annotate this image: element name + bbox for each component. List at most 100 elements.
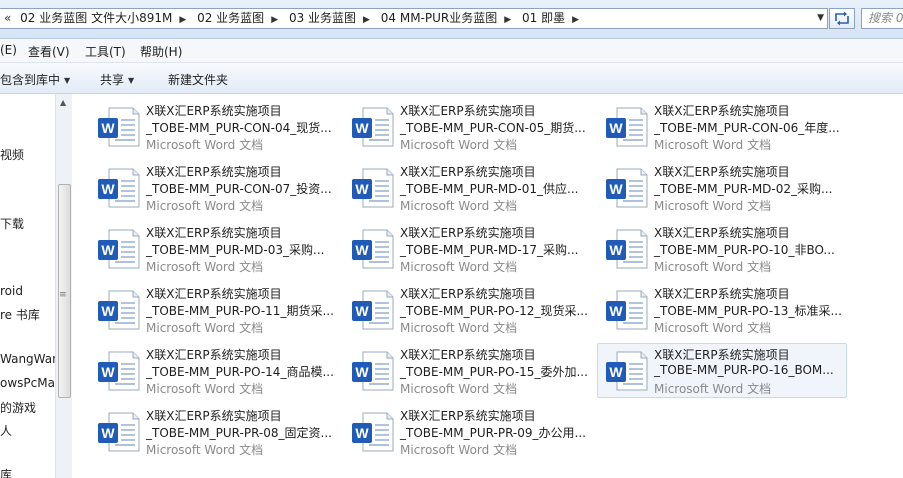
file-name-line2: _TOBE-MM_PUR-PO-16_BOM... bbox=[654, 363, 834, 377]
share-button[interactable]: 共享 ▼ bbox=[100, 71, 134, 88]
file-type-label: Microsoft Word 文档 bbox=[400, 260, 518, 274]
file-item[interactable]: W X联X汇ERP系统实施项目 _TOBE-MM_PUR-CON-07_投资..… bbox=[89, 160, 339, 215]
word-document-icon: W bbox=[352, 290, 394, 330]
include-in-library-label: 包含到库中 bbox=[0, 73, 61, 87]
breadcrumb-overflow-icon[interactable]: « bbox=[0, 9, 13, 28]
file-type-label: Microsoft Word 文档 bbox=[146, 199, 264, 213]
nav-item-games[interactable]: 的游戏 bbox=[0, 399, 36, 416]
nav-item-windowspcmanager[interactable]: owsPcMa bbox=[0, 376, 55, 390]
file-name-line1: X联X汇ERP系统实施项目 bbox=[146, 287, 282, 301]
word-document-icon: W bbox=[606, 107, 648, 147]
file-name-line2: _TOBE-MM_PUR-PO-11_期货采... bbox=[146, 304, 334, 318]
breadcrumb-arrow-icon[interactable]: ▶ bbox=[359, 11, 374, 28]
file-item[interactable]: W X联X汇ERP系统实施项目 _TOBE-MM_PUR-PO-16_BOM..… bbox=[597, 343, 847, 398]
include-in-library-button[interactable]: 包含到库中 ▼ bbox=[0, 71, 70, 88]
menu-tools[interactable]: 工具(T) bbox=[85, 43, 126, 60]
nav-item-downloads[interactable]: 下载 bbox=[0, 215, 24, 232]
nav-item-wangwang[interactable]: WangWan bbox=[0, 352, 55, 366]
breadcrumb-item[interactable]: 02 业务蓝图 bbox=[194, 9, 267, 28]
word-document-icon: W bbox=[352, 107, 394, 147]
file-type-label: Microsoft Word 文档 bbox=[654, 260, 772, 274]
scrollbar-grip-icon: ≡ bbox=[59, 290, 67, 300]
file-item[interactable]: W X联X汇ERP系统实施项目 _TOBE-MM_PUR-MD-03_采购...… bbox=[89, 221, 339, 276]
svg-text:W: W bbox=[609, 181, 623, 197]
menu-help[interactable]: 帮助(H) bbox=[140, 43, 182, 60]
share-label: 共享 bbox=[100, 73, 125, 87]
breadcrumb-item[interactable]: 01 即墨 bbox=[519, 9, 568, 28]
file-name-line1: X联X汇ERP系统实施项目 bbox=[146, 409, 282, 423]
file-item[interactable]: W X联X汇ERP系统实施项目 _TOBE-MM_PUR-PO-15_委外加..… bbox=[343, 343, 593, 398]
file-item[interactable]: W X联X汇ERP系统实施项目 _TOBE-MM_PUR-MD-02_采购...… bbox=[597, 160, 847, 215]
file-name-line2: _TOBE-MM_PUR-MD-02_采购... bbox=[654, 182, 833, 196]
word-document-icon: W bbox=[98, 229, 140, 269]
file-type-label: Microsoft Word 文档 bbox=[654, 382, 772, 396]
word-document-icon: W bbox=[606, 229, 648, 269]
navigation-scrollbar[interactable]: ▲ ≡ bbox=[55, 94, 72, 478]
file-item[interactable]: W X联X汇ERP系统实施项目 _TOBE-MM_PUR-PO-10_非BO..… bbox=[597, 221, 847, 276]
file-item[interactable]: W X联X汇ERP系统实施项目 _TOBE-MM_PUR-CON-04_现货..… bbox=[89, 99, 339, 154]
menu-edit[interactable]: (E) bbox=[0, 43, 17, 57]
nav-item-library[interactable]: re 书库 bbox=[0, 306, 40, 323]
file-type-label: Microsoft Word 文档 bbox=[146, 443, 264, 457]
file-name-line1: X联X汇ERP系统实施项目 bbox=[400, 348, 536, 362]
breadcrumb[interactable]: « 02 业务蓝图 文件大小891M ▶ 02 业务蓝图 ▶ 03 业务蓝图 ▶ 04… bbox=[0, 8, 828, 29]
file-item[interactable]: W X联X汇ERP系统实施项目 _TOBE-MM_PUR-PO-13_标准采..… bbox=[597, 282, 847, 337]
file-name-line1: X联X汇ERP系统实施项目 bbox=[400, 104, 536, 118]
svg-text:W: W bbox=[101, 364, 115, 380]
word-document-icon: W bbox=[606, 351, 648, 391]
file-name-line1: X联X汇ERP系统实施项目 bbox=[654, 165, 790, 179]
word-document-icon: W bbox=[98, 107, 140, 147]
file-type-label: Microsoft Word 文档 bbox=[146, 138, 264, 152]
file-name-line1: X联X汇ERP系统实施项目 bbox=[654, 104, 790, 118]
nav-item-android[interactable]: roid bbox=[0, 284, 23, 298]
breadcrumb-arrow-icon[interactable]: ▶ bbox=[175, 11, 190, 28]
file-item[interactable]: W X联X汇ERP系统实施项目 _TOBE-MM_PUR-PR-08_固定资..… bbox=[89, 404, 339, 459]
file-name-line2: _TOBE-MM_PUR-PO-10_非BO... bbox=[654, 243, 835, 257]
file-item[interactable]: W X联X汇ERP系统实施项目 _TOBE-MM_PUR-PO-14_商品模..… bbox=[89, 343, 339, 398]
nav-item-person[interactable]: 人 bbox=[0, 422, 12, 439]
nav-item-videos[interactable]: 视频 bbox=[0, 146, 24, 163]
file-type-label: Microsoft Word 文档 bbox=[400, 443, 518, 457]
breadcrumb-arrow-icon[interactable]: ▶ bbox=[568, 11, 583, 28]
file-type-label: Microsoft Word 文档 bbox=[146, 321, 264, 335]
svg-text:W: W bbox=[355, 242, 369, 258]
file-name-line2: _TOBE-MM_PUR-MD-17_采购... bbox=[400, 243, 579, 257]
breadcrumb-arrow-icon[interactable]: ▶ bbox=[500, 11, 515, 28]
address-bar-strip: « 02 业务蓝图 文件大小891M ▶ 02 业务蓝图 ▶ 03 业务蓝图 ▶ 04… bbox=[0, 0, 903, 39]
file-item[interactable]: W X联X汇ERP系统实施项目 _TOBE-MM_PUR-PR-09_办公用..… bbox=[343, 404, 593, 459]
refresh-button[interactable] bbox=[829, 8, 855, 29]
file-item[interactable]: W X联X汇ERP系统实施项目 _TOBE-MM_PUR-MD-17_采购...… bbox=[343, 221, 593, 276]
file-name-line2: _TOBE-MM_PUR-PR-08_固定资... bbox=[146, 426, 332, 440]
new-folder-button[interactable]: 新建文件夹 bbox=[168, 71, 228, 88]
file-name-line1: X联X汇ERP系统实施项目 bbox=[146, 348, 282, 362]
command-bar: 包含到库中 ▼ 共享 ▼ 新建文件夹 bbox=[0, 63, 903, 94]
file-type-label: Microsoft Word 文档 bbox=[400, 382, 518, 396]
word-document-icon: W bbox=[352, 351, 394, 391]
file-name-line2: _TOBE-MM_PUR-PO-13_标准采... bbox=[654, 304, 842, 318]
chevron-down-icon: ▼ bbox=[128, 76, 135, 85]
breadcrumb-arrow-icon[interactable]: ▶ bbox=[267, 11, 282, 28]
menu-view[interactable]: 查看(V) bbox=[28, 43, 70, 60]
word-document-icon: W bbox=[352, 168, 394, 208]
file-name-line2: _TOBE-MM_PUR-CON-04_现货... bbox=[146, 121, 332, 135]
file-name-line2: _TOBE-MM_PUR-PO-15_委外加... bbox=[400, 365, 588, 379]
breadcrumb-item[interactable]: 02 业务蓝图 文件大小891M bbox=[17, 9, 175, 28]
breadcrumb-item[interactable]: 04 MM-PUR业务蓝图 bbox=[378, 9, 500, 28]
address-history-dropdown-icon[interactable]: ▼ bbox=[817, 9, 824, 28]
file-item[interactable]: W X联X汇ERP系统实施项目 _TOBE-MM_PUR-PO-11_期货采..… bbox=[89, 282, 339, 337]
nav-item-library-2[interactable]: 库 bbox=[0, 466, 12, 478]
file-item[interactable]: W X联X汇ERP系统实施项目 _TOBE-MM_PUR-CON-06_年度..… bbox=[597, 99, 847, 154]
breadcrumb-item[interactable]: 03 业务蓝图 bbox=[286, 9, 359, 28]
file-item[interactable]: W X联X汇ERP系统实施项目 _TOBE-MM_PUR-PO-12_现货采..… bbox=[343, 282, 593, 337]
svg-text:W: W bbox=[101, 303, 115, 319]
file-name-line2: _TOBE-MM_PUR-PR-09_办公用... bbox=[400, 426, 586, 440]
word-document-icon: W bbox=[606, 168, 648, 208]
search-input[interactable]: 搜索 0 bbox=[861, 8, 903, 29]
svg-text:W: W bbox=[355, 425, 369, 441]
file-item[interactable]: W X联X汇ERP系统实施项目 _TOBE-MM_PUR-MD-01_供应...… bbox=[343, 160, 593, 215]
chevron-down-icon: ▼ bbox=[64, 76, 71, 85]
file-name-line1: X联X汇ERP系统实施项目 bbox=[400, 165, 536, 179]
file-item[interactable]: W X联X汇ERP系统实施项目 _TOBE-MM_PUR-CON-05_期货..… bbox=[343, 99, 593, 154]
file-name-line1: X联X汇ERP系统实施项目 bbox=[146, 226, 282, 240]
scroll-up-arrow-icon[interactable]: ▲ bbox=[60, 98, 66, 107]
